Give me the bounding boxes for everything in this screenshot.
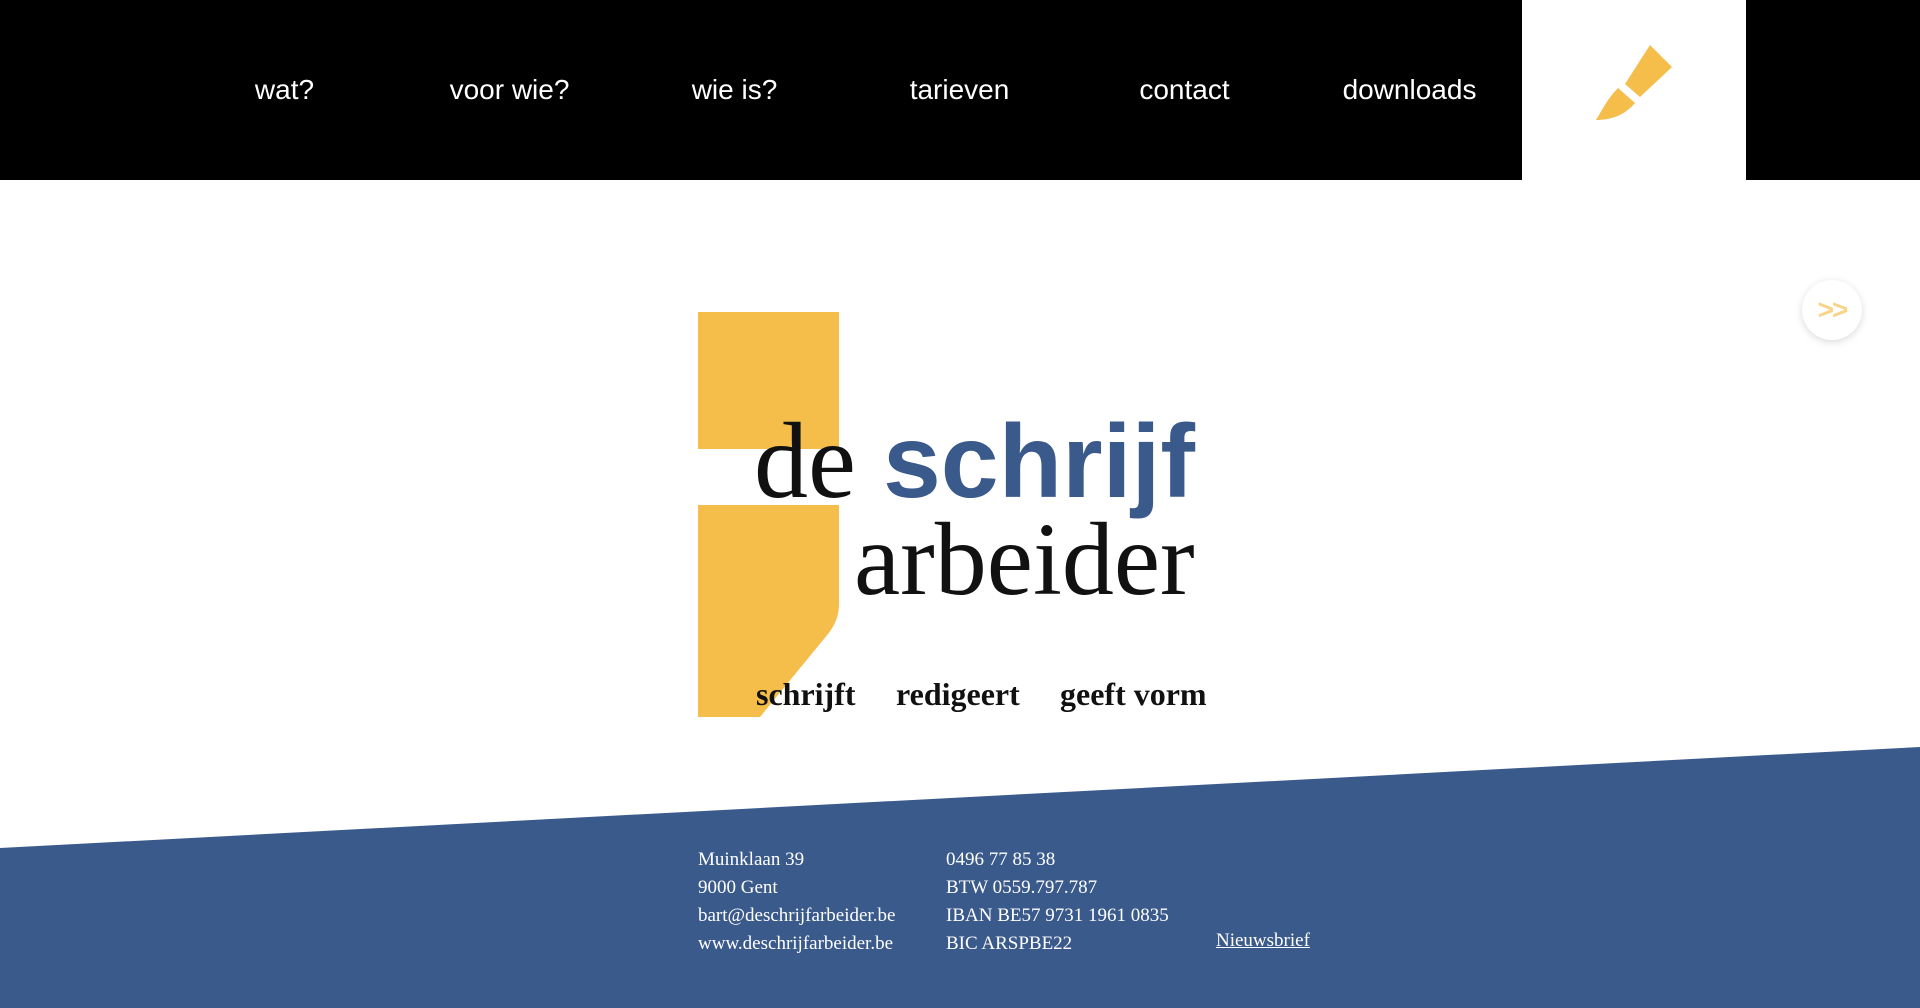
footer-street: Muinklaan 39 [698, 849, 805, 870]
footer-phone: 0496 77 85 38 [946, 849, 1056, 870]
logo-word-de: de [754, 402, 856, 521]
footer-city: 9000 Gent [698, 877, 778, 898]
logo-word-arbeider: arbeider [854, 502, 1195, 617]
footer-bic: BIC ARSPBE22 [946, 933, 1073, 954]
nav-item-wie-is[interactable]: wie is? [622, 0, 847, 180]
next-slide-button[interactable]: >> [1802, 280, 1862, 340]
tagline-redigeert: redigeert [896, 676, 1020, 712]
logo-line-de-schrijf: de schrijf [754, 408, 1195, 516]
home-button[interactable] [1522, 0, 1746, 180]
footer-iban: IBAN BE57 9731 1961 0835 [946, 905, 1169, 926]
nav-item-tarieven[interactable]: tarieven [847, 0, 1072, 180]
main-navbar: wat? voor wie? wie is? tarieven contact … [0, 0, 1920, 180]
nav-item-wat[interactable]: wat? [172, 0, 397, 180]
double-chevron-right-icon: >> [1817, 294, 1849, 325]
tagline-geeft-vorm: geeft vorm [1060, 676, 1207, 712]
nav-item-downloads[interactable]: downloads [1297, 0, 1522, 180]
nav-item-contact[interactable]: contact [1072, 0, 1297, 180]
footer-website-link[interactable]: www.deschrijfarbeider.be [698, 930, 895, 958]
footer-address-column: Muinklaan 39 9000 Gent bart@deschrijfarb… [698, 846, 895, 958]
footer-business-column: 0496 77 85 38 BTW 0559.797.787 IBAN BE57… [946, 846, 1169, 958]
brand-logo: de schrijf arbeider schrijft redigeert g… [698, 312, 1228, 717]
footer-email-link[interactable]: bart@deschrijfarbeider.be [698, 902, 895, 930]
nav-item-voor-wie[interactable]: voor wie? [397, 0, 622, 180]
pen-nib-icon [1596, 45, 1672, 120]
tagline-schrijft: schrijft [756, 676, 856, 712]
footer-vat: BTW 0559.797.787 [946, 877, 1098, 898]
newsletter-link[interactable]: Nieuwsbrief [1216, 930, 1310, 952]
